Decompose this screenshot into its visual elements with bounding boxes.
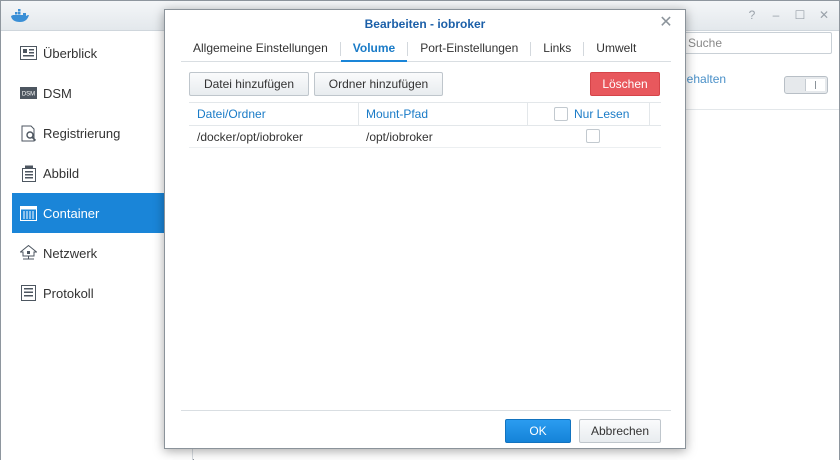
sidebar-item-network[interactable]: Netzwerk (12, 233, 166, 273)
tab-volume[interactable]: Volume (340, 36, 408, 62)
sidebar-item-container[interactable]: Container (12, 193, 166, 233)
footer-divider (181, 410, 671, 411)
sidebar-item-dsm[interactable]: DSM DSM (12, 73, 166, 113)
sidebar-item-registry[interactable]: Registrierung (12, 113, 166, 153)
column-header-read-only[interactable]: Nur Lesen (574, 103, 629, 125)
container-run-toggle[interactable] (784, 76, 828, 94)
column-header-mount-path[interactable]: Mount-Pfad (366, 103, 428, 125)
window-controls: ? – ☐ ✕ (745, 8, 831, 22)
add-file-button[interactable]: Datei hinzufügen (189, 72, 309, 96)
maximize-icon[interactable]: ☐ (793, 8, 807, 22)
cell-file-folder: /docker/opt/iobroker (197, 130, 304, 144)
sidebar-item-label: Abbild (43, 165, 80, 181)
column-header-file-folder[interactable]: Datei/Ordner (197, 103, 266, 125)
network-icon (20, 245, 37, 262)
ok-button[interactable]: OK (505, 419, 571, 443)
tab-links[interactable]: Links (531, 36, 583, 61)
docker-logo-icon (11, 9, 29, 22)
add-folder-button[interactable]: Ordner hinzufügen (314, 72, 443, 96)
sidebar-item-image[interactable]: Abbild (12, 153, 166, 193)
cell-mount-path: /opt/iobroker (366, 130, 433, 144)
container-icon (20, 205, 37, 222)
tab-environment[interactable]: Umwelt (584, 36, 648, 61)
image-icon (20, 165, 37, 182)
overview-icon (20, 45, 37, 62)
grid-header: Datei/Ordner Mount-Pfad Nur Lesen (189, 102, 661, 126)
column-separator (649, 103, 650, 125)
sidebar-item-label: Protokoll (43, 285, 94, 301)
delete-button[interactable]: Löschen (590, 72, 660, 96)
registry-icon (20, 125, 37, 142)
volume-grid: Datei/Ordner Mount-Pfad Nur Lesen /docke… (189, 102, 661, 148)
read-only-select-all-checkbox[interactable] (554, 107, 568, 121)
table-row[interactable]: /docker/opt/iobroker /opt/iobroker (189, 126, 661, 148)
log-icon (20, 285, 37, 302)
sidebar-item-log[interactable]: Protokoll (12, 273, 166, 313)
sidebar-item-label: Container (43, 205, 100, 221)
read-only-checkbox[interactable] (586, 129, 600, 143)
sidebar-item-label: Netzwerk (43, 245, 98, 261)
svg-text:DSM: DSM (22, 92, 35, 98)
sidebar-item-label: DSM (43, 85, 72, 101)
search-placeholder: Suche (688, 36, 723, 50)
toggle-knob (805, 79, 825, 91)
tab-general-settings[interactable]: Allgemeine Einstellungen (181, 36, 340, 61)
close-window-icon[interactable]: ✕ (817, 8, 831, 22)
cancel-button[interactable]: Abbrechen (579, 419, 661, 443)
sidebar-item-overview[interactable]: Überblick (12, 33, 166, 73)
minimize-icon[interactable]: – (769, 8, 783, 22)
column-separator (527, 103, 528, 125)
container-status-text: gehalten (680, 72, 727, 86)
help-icon[interactable]: ? (745, 8, 759, 22)
column-separator (358, 103, 359, 125)
dialog-title: Bearbeiten - iobroker (364, 17, 486, 31)
search-field[interactable]: Suche (668, 32, 832, 54)
sidebar-item-label: Registrierung (43, 125, 121, 141)
edit-container-dialog: Bearbeiten - iobroker ✕ Allgemeine Einst… (164, 9, 686, 449)
tab-port-settings[interactable]: Port-Einstellungen (408, 36, 530, 61)
sidebar-item-label: Überblick (43, 45, 98, 61)
close-icon[interactable]: ✕ (659, 15, 673, 31)
dsm-icon: DSM (20, 85, 37, 102)
dialog-tabs: Allgemeine Einstellungen Volume Port-Ein… (181, 36, 671, 62)
